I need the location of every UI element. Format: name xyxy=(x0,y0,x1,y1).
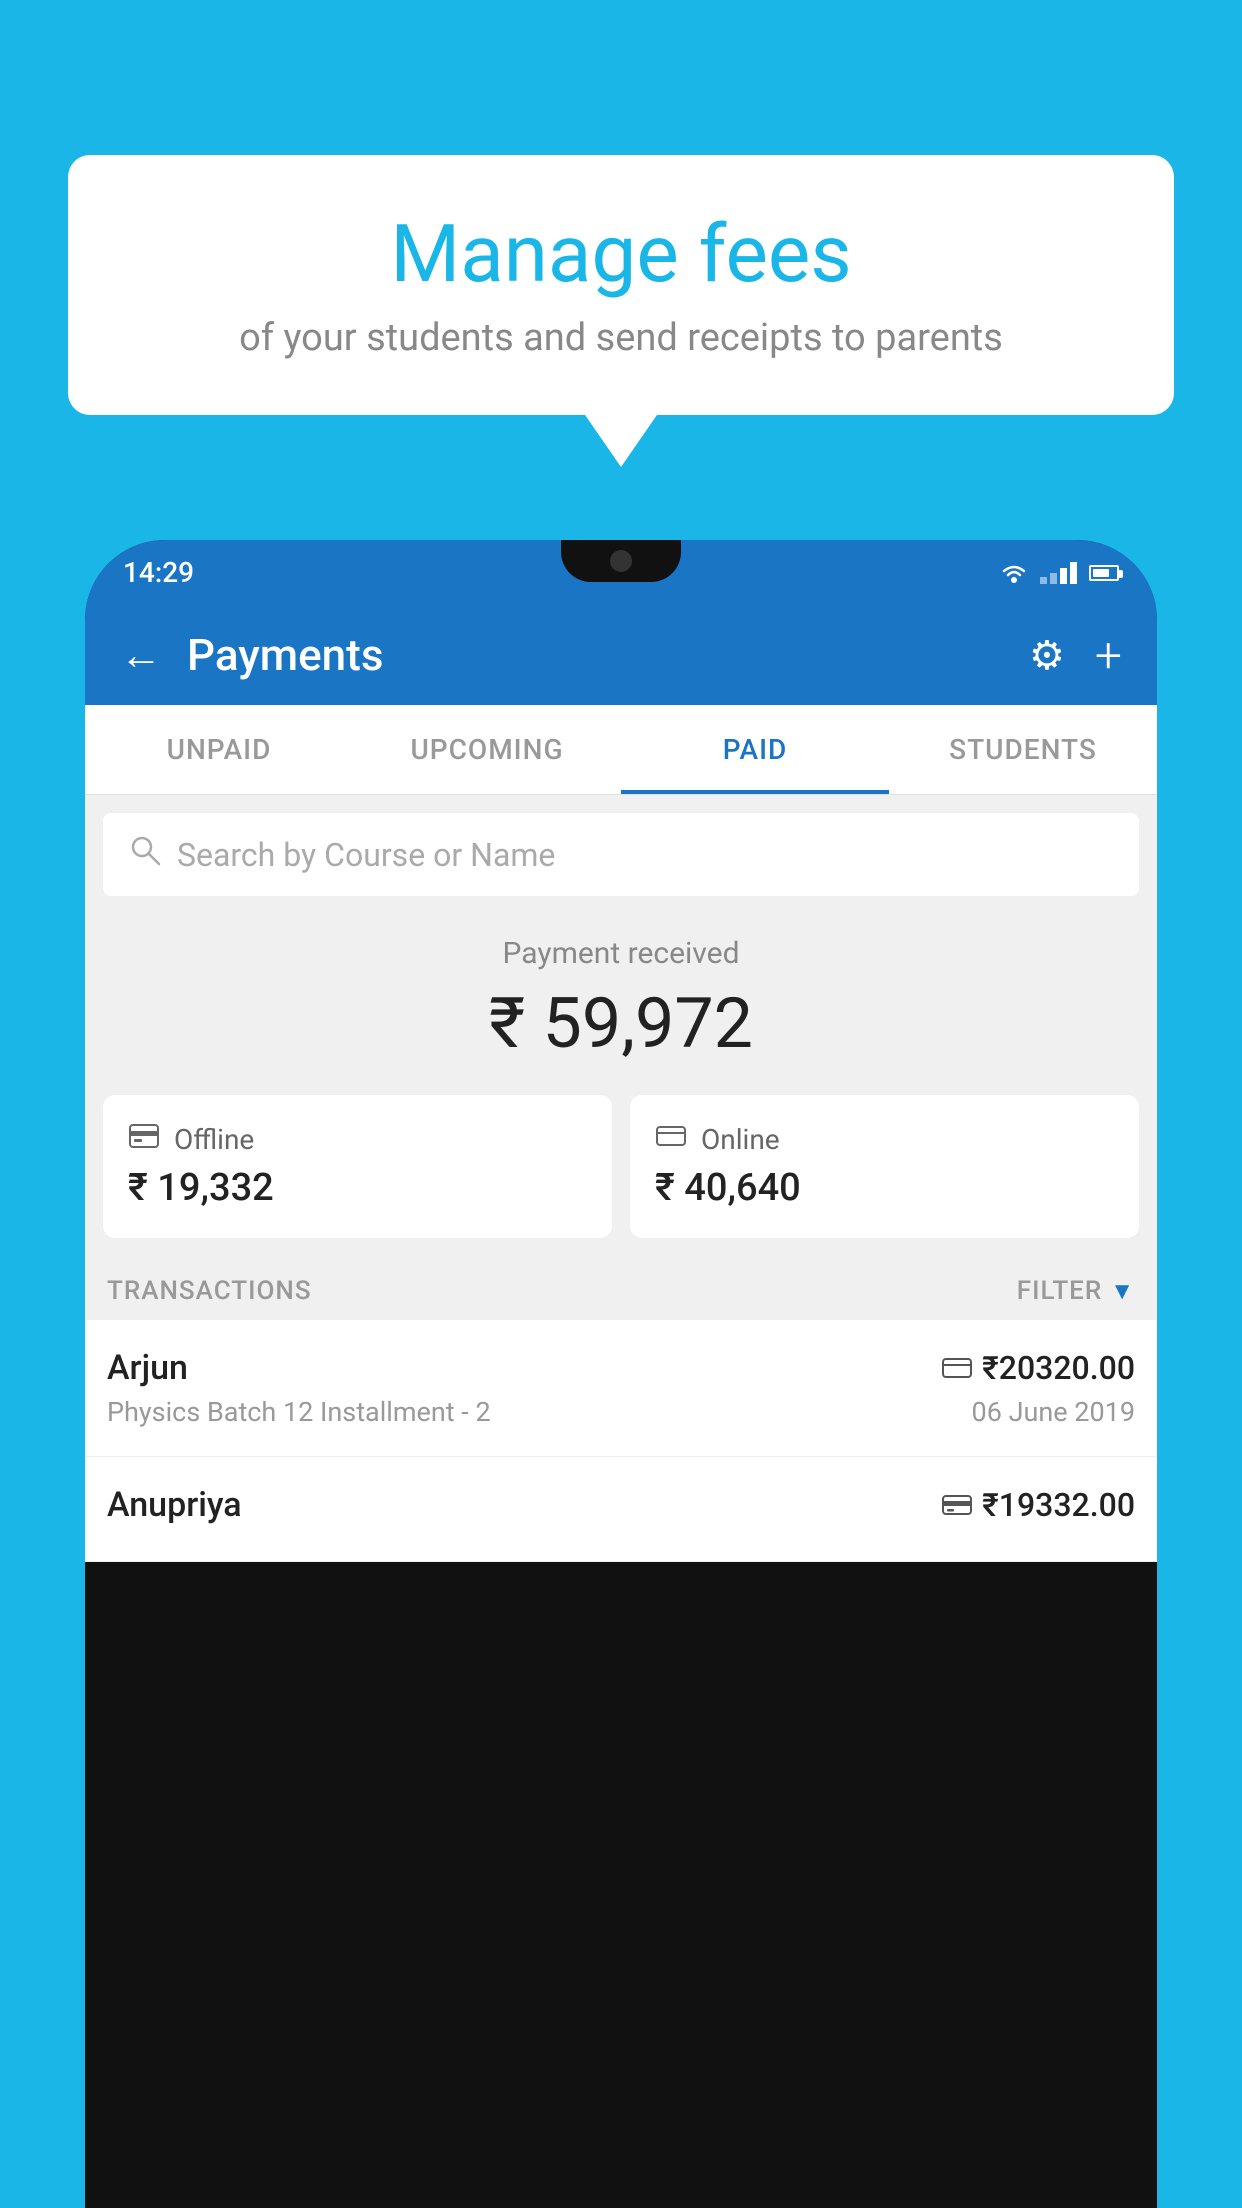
transaction-date: 06 June 2019 xyxy=(972,1396,1135,1428)
transaction-list: Arjun ₹20320.00 Physics Batch 12 Install… xyxy=(85,1320,1157,1562)
transaction-top: Anupriya ₹19332.00 xyxy=(107,1485,1135,1525)
tab-upcoming[interactable]: UPCOMING xyxy=(353,705,621,794)
transactions-label: TRANSACTIONS xyxy=(107,1276,312,1306)
filter-icon: ▼ xyxy=(1110,1277,1135,1306)
transaction-name: Arjun xyxy=(107,1348,188,1388)
transaction-bottom: Physics Batch 12 Installment - 2 06 June… xyxy=(107,1396,1135,1428)
offline-amount: ₹ 19,332 xyxy=(128,1166,587,1210)
search-placeholder: Search by Course or Name xyxy=(177,836,555,874)
payment-total-amount: ₹ 59,972 xyxy=(105,983,1137,1065)
payment-label: Payment received xyxy=(105,936,1137,971)
table-row[interactable]: Anupriya ₹19332.00 xyxy=(85,1457,1157,1562)
offline-card-header: Offline xyxy=(128,1123,587,1156)
online-payment-icon xyxy=(942,1356,972,1380)
payment-cards: Offline ₹ 19,332 Online ₹ 40,640 xyxy=(85,1095,1157,1258)
content-area: Search by Course or Name Payment receive… xyxy=(85,795,1157,1562)
signal-icon xyxy=(1040,562,1077,584)
transaction-amount: ₹19332.00 xyxy=(942,1486,1135,1524)
offline-label: Offline xyxy=(174,1123,254,1156)
speech-bubble-title: Manage fees xyxy=(128,210,1114,298)
search-bar[interactable]: Search by Course or Name xyxy=(103,813,1139,896)
back-button[interactable]: ← xyxy=(120,631,162,680)
transaction-name: Anupriya xyxy=(107,1485,242,1525)
transaction-course: Physics Batch 12 Installment - 2 xyxy=(107,1396,491,1428)
settings-button[interactable]: ⚙ xyxy=(1029,632,1065,679)
phone-frame: 14:29 ← Pay xyxy=(85,540,1157,2208)
wifi-icon xyxy=(1000,563,1028,583)
table-row[interactable]: Arjun ₹20320.00 Physics Batch 12 Install… xyxy=(85,1320,1157,1457)
filter-button[interactable]: FILTER ▼ xyxy=(1017,1276,1135,1306)
online-card-header: Online xyxy=(655,1123,1114,1156)
offline-payment-icon xyxy=(942,1493,972,1517)
camera xyxy=(610,550,632,572)
status-icons xyxy=(1000,562,1119,584)
speech-bubble-subtitle: of your students and send receipts to pa… xyxy=(128,316,1114,360)
battery-icon xyxy=(1089,565,1119,581)
status-bar: 14:29 xyxy=(85,540,1157,605)
offline-icon xyxy=(128,1123,160,1156)
search-icon xyxy=(128,833,162,876)
app-header: ← Payments ⚙ + xyxy=(85,605,1157,705)
tabs-bar: UNPAID UPCOMING PAID STUDENTS xyxy=(85,705,1157,795)
online-label: Online xyxy=(701,1123,780,1156)
online-payment-card: Online ₹ 40,640 xyxy=(630,1095,1139,1238)
transaction-amount: ₹20320.00 xyxy=(942,1349,1135,1387)
status-time: 14:29 xyxy=(123,556,194,589)
tab-students[interactable]: STUDENTS xyxy=(889,705,1157,794)
phone-notch xyxy=(561,540,681,582)
tab-paid[interactable]: PAID xyxy=(621,705,889,794)
offline-payment-card: Offline ₹ 19,332 xyxy=(103,1095,612,1238)
speech-bubble-container: Manage fees of your students and send re… xyxy=(68,155,1174,415)
add-button[interactable]: + xyxy=(1095,627,1122,684)
page-title: Payments xyxy=(187,629,1004,681)
transactions-header: TRANSACTIONS FILTER ▼ xyxy=(85,1258,1157,1320)
online-amount: ₹ 40,640 xyxy=(655,1166,1114,1210)
tab-unpaid[interactable]: UNPAID xyxy=(85,705,353,794)
online-icon xyxy=(655,1123,687,1156)
payment-received-section: Payment received ₹ 59,972 xyxy=(85,896,1157,1095)
header-actions: ⚙ + xyxy=(1029,627,1122,684)
speech-bubble: Manage fees of your students and send re… xyxy=(68,155,1174,415)
transaction-top: Arjun ₹20320.00 xyxy=(107,1348,1135,1388)
